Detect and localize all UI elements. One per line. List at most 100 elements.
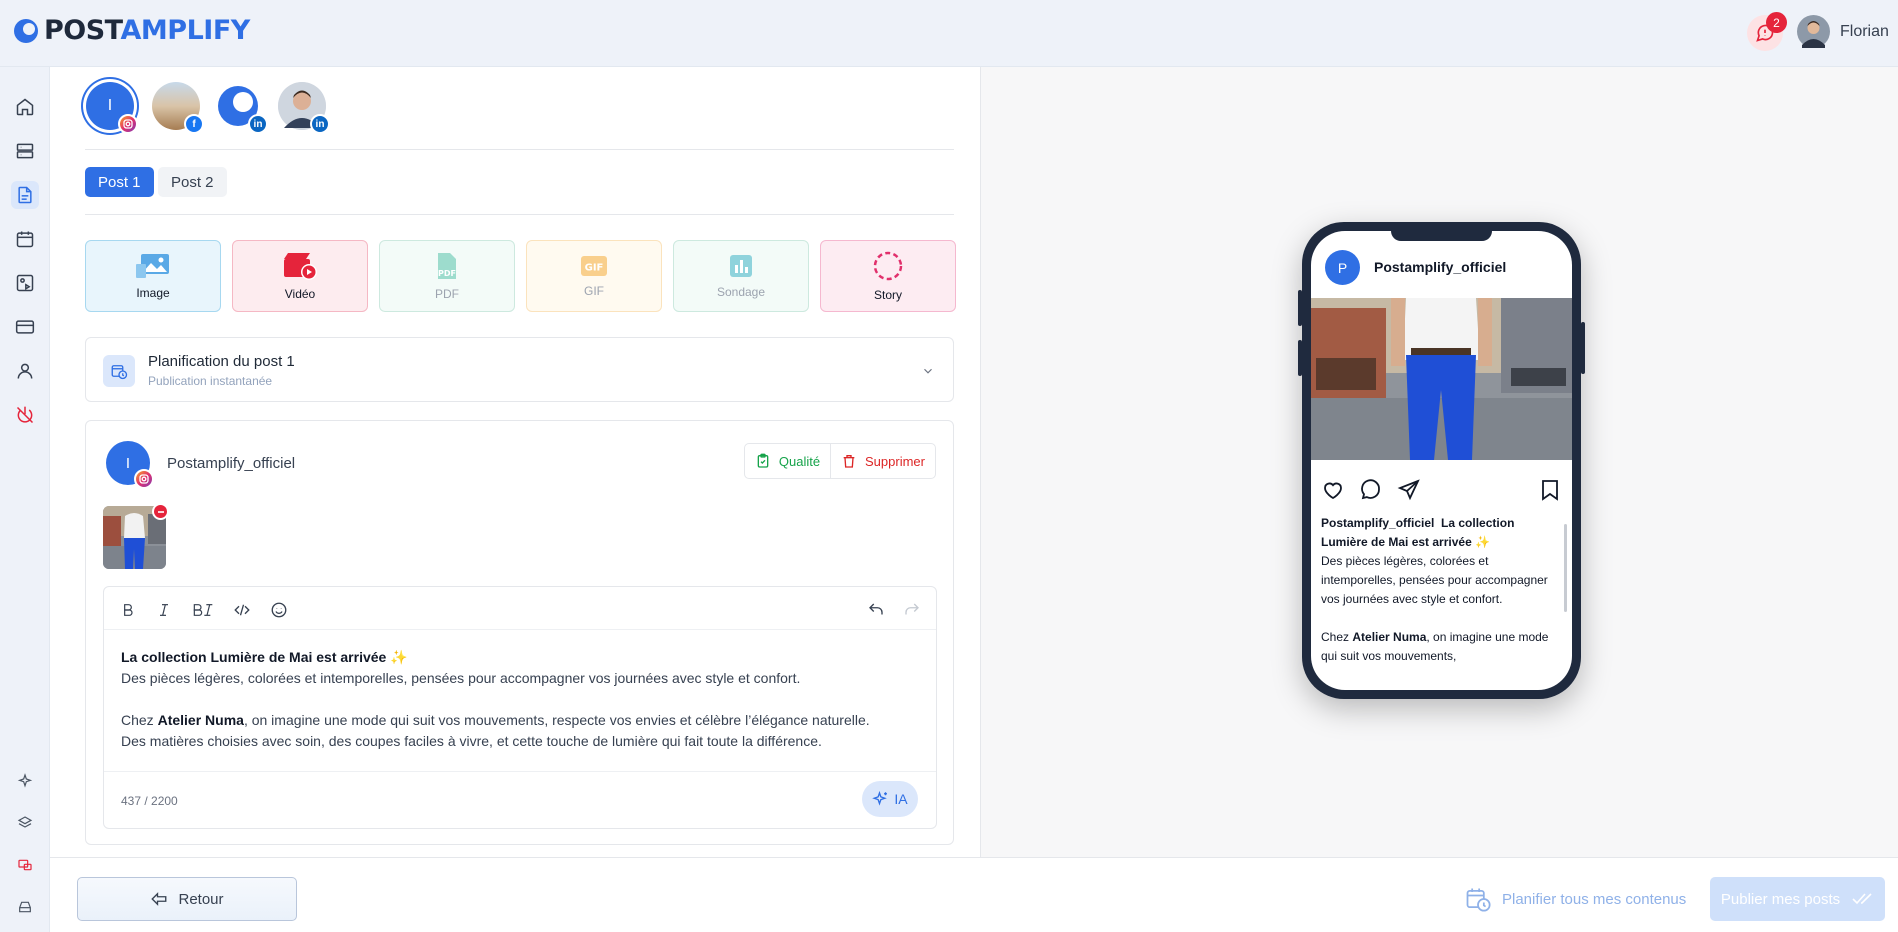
bookmark-icon[interactable] [1539,478,1561,502]
comment-icon[interactable] [1359,478,1383,502]
logo-text-post: POST [44,15,121,46]
undo-icon [869,603,883,615]
instagram-icon [134,469,154,489]
sidebar-item-account[interactable] [11,357,39,385]
caption-username: Postamplify_officiel [1321,516,1435,530]
account-linkedin-company[interactable]: in [216,82,268,134]
svg-text:GIF: GIF [585,263,604,274]
publish-button[interactable]: Publier mes posts [1710,877,1885,921]
media-video-button[interactable]: Vidéo [232,240,368,312]
phone-screen: P Postamplify_officiel Postamplify_offic… [1311,231,1572,690]
user-menu[interactable]: Florian [1797,15,1889,48]
image-icon [136,254,169,278]
bold-button[interactable] [114,596,142,624]
caption-scrollbar[interactable] [1564,524,1567,612]
caption-headline-part2: Lumière de Mai est arrivée [1321,535,1472,549]
pdf-icon: PDF [438,253,456,279]
sidebar [0,67,50,932]
sparkles-icon [872,790,888,806]
sidebar-item-report[interactable] [11,851,39,879]
caption-line-1: La collection Lumière de Mai est arrivée… [121,647,921,668]
preview-username: Postamplify_officiel [1374,259,1507,275]
sparkle-icon [17,773,33,788]
logo[interactable]: POSTAMPLIFY [12,15,250,46]
bold-italic-button[interactable] [187,596,219,624]
bottom-bar: Retour Planifier tous mes contenus Publi… [50,857,1898,932]
remove-media-button[interactable] [152,503,169,520]
ai-assistant-button[interactable]: IA [862,781,918,817]
media-gif-button[interactable]: GIF GIF [526,240,662,312]
sidebar-item-calendar[interactable] [11,225,39,253]
back-button[interactable]: Retour [77,877,297,921]
smiley-icon [271,602,287,618]
back-label: Retour [178,890,224,908]
phone-button [1298,290,1302,326]
media-label: Vidéo [284,287,316,301]
sidebar-item-ai[interactable] [11,767,39,795]
sidebar-item-server[interactable] [11,137,39,165]
tab-post-1[interactable]: Post 1 [85,167,154,197]
sidebar-item-logout[interactable] [11,401,39,429]
media-image-button[interactable]: Image [85,240,221,312]
media-label: Story [873,288,902,302]
server-icon [16,143,34,159]
sidebar-item-billing[interactable] [11,313,39,341]
home-icon [16,98,34,116]
caption-headline-part1: La collection [1441,516,1515,530]
media-label: GIF [584,284,604,298]
brand-name: Atelier Numa [1352,630,1427,644]
minus-icon [157,510,164,513]
schedule-all-label: Planifier tous mes contenus [1502,890,1687,908]
arrow-left-icon [151,892,167,906]
media-label: Sondage [716,285,766,299]
user-name: Florian [1840,22,1889,40]
undo-button[interactable] [862,596,890,624]
redo-button[interactable] [898,596,926,624]
schedule-icon-box [103,355,135,387]
schedule-accordion[interactable]: Planification du post 1 Publication inst… [85,337,954,402]
media-story-button[interactable]: Story [820,240,956,312]
layers-icon [17,816,33,828]
account-facebook[interactable]: f [152,82,204,134]
preview-caption: Postamplify_officiel La collection Lumiè… [1321,514,1553,666]
sparkles-emoji: ✨ [1475,535,1491,549]
like-icon[interactable] [1321,478,1345,502]
sidebar-item-inbox[interactable] [11,893,39,921]
caption-text[interactable]: La collection Lumière de Mai est arrivée… [121,647,921,752]
top-bar: POSTAMPLIFY 2 Florian [0,0,1898,67]
sidebar-item-layers[interactable] [11,809,39,837]
notification-badge: 2 [1766,12,1787,33]
media-poll-button[interactable]: Sondage [673,240,809,312]
divider [85,214,954,215]
logo-text-amplify: AMPLIFY [120,15,251,46]
phone-notch [1391,231,1492,241]
caption-editor[interactable]: La collection Lumière de Mai est arrivée… [103,586,937,829]
code-button[interactable] [228,596,256,624]
post-account-avatar: I [106,441,154,489]
logo-icon [14,18,38,43]
phone-button [1581,322,1585,374]
tab-post-2[interactable]: Post 2 [158,167,227,197]
sidebar-item-posts[interactable] [11,181,39,209]
brand-name: Atelier Numa [157,712,244,728]
account-instagram-selected[interactable]: I [86,82,138,134]
video-icon [284,253,317,280]
account-linkedin-personal[interactable]: in [278,82,330,134]
quality-button[interactable]: Qualité [744,443,831,479]
delete-button[interactable]: Supprimer [830,443,936,479]
media-label: PDF [435,287,459,301]
phone-button [1298,340,1302,376]
code-icon [234,604,250,616]
media-pdf-button[interactable]: PDF PDF [379,240,515,312]
sidebar-item-media[interactable] [11,269,39,297]
schedule-all-button[interactable]: Planifier tous mes contenus [1464,885,1686,913]
notifications-button[interactable]: 2 [1747,12,1787,51]
sidebar-item-home[interactable] [11,93,39,121]
emoji-button[interactable] [265,596,293,624]
share-icon[interactable] [1397,478,1421,502]
footer-divider [104,771,936,772]
preview-photo [1311,298,1572,460]
linkedin-icon: in [248,114,268,134]
italic-button[interactable] [150,596,178,624]
character-counter: 437 / 2200 [121,794,178,808]
